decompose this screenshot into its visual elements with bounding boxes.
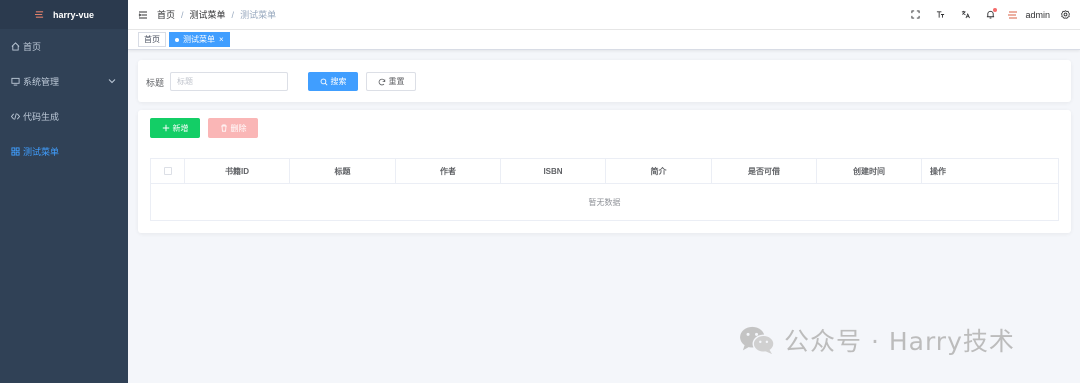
breadcrumb-separator: / (181, 9, 184, 20)
tag-label: 测试菜单 (183, 35, 215, 44)
tag-label: 首页 (144, 35, 160, 44)
code-icon (10, 112, 20, 122)
data-table: 书籍ID 标题 作者 ISBN 简介 是否可借 创建时间 操作 暂无数据 (150, 158, 1059, 221)
sidebar-item-label: 测试菜单 (23, 147, 60, 157)
sidebar-item-label: 系统管理 (23, 77, 60, 87)
tag-test-menu[interactable]: 测试菜单 × (169, 32, 230, 47)
hamburger-icon[interactable] (138, 10, 148, 20)
sidebar-item-test-menu[interactable]: 测试菜单 (0, 134, 128, 169)
tags-view: 首页 测试菜单 × (128, 29, 1080, 50)
close-icon[interactable]: × (219, 33, 224, 46)
trash-icon (220, 124, 227, 132)
sidebar-item-codegen[interactable]: 代码生成 (0, 99, 128, 134)
column-header[interactable]: ISBN (501, 159, 606, 183)
fullscreen-icon[interactable] (910, 10, 920, 20)
sidebar-item-label: 代码生成 (23, 112, 60, 122)
active-tag-dot (175, 37, 179, 42)
breadcrumb-separator: / (231, 9, 235, 20)
column-header[interactable]: 简介 (606, 159, 712, 183)
sidebar-item-label: 首页 (23, 42, 42, 52)
home-icon (10, 42, 20, 52)
watermark: 公众号 · Harry技术 (738, 322, 1015, 358)
delete-button[interactable]: 删除 (208, 118, 258, 138)
wechat-icon (740, 326, 775, 355)
sidebar-logo[interactable]: harry-vue (0, 0, 128, 29)
search-icon (320, 78, 328, 86)
select-all-checkbox[interactable] (163, 167, 172, 175)
add-button[interactable]: 新增 (150, 118, 200, 138)
add-button-label: 新增 (172, 123, 189, 133)
logo-icon (34, 11, 44, 18)
column-header[interactable]: 作者 (396, 159, 501, 183)
font-size-icon[interactable] (935, 10, 945, 20)
delete-button-label: 删除 (230, 123, 247, 133)
title-label: 标题 (146, 78, 165, 88)
reset-button-label: 重置 (388, 77, 405, 86)
translate-icon[interactable] (960, 10, 970, 20)
breadcrumb-current: 测试菜单 (240, 10, 277, 20)
sidebar-item-system[interactable]: 系统管理 (0, 64, 128, 99)
navbar: 首页 / 测试菜单 / 测试菜单 admin (128, 0, 1080, 29)
plus-icon (162, 124, 169, 132)
sidebar: harry-vue 首页 系统管理 代码生成 测试菜单 (0, 0, 128, 383)
title-input[interactable] (170, 72, 288, 91)
select-all-cell (151, 159, 185, 183)
navbar-right: admin (895, 0, 1070, 29)
grid-icon (10, 147, 20, 157)
sidebar-item-home[interactable]: 首页 (0, 29, 128, 64)
chevron-down-icon (108, 79, 116, 84)
logo-text: harry-vue (52, 9, 95, 20)
column-header[interactable]: 是否可借 (712, 159, 817, 183)
column-header[interactable]: 创建时间 (817, 159, 922, 183)
column-header[interactable]: 标题 (290, 159, 396, 183)
empty-state: 暂无数据 (588, 197, 621, 207)
tag-home[interactable]: 首页 (138, 32, 166, 47)
column-header: 操作 (930, 166, 946, 176)
table-panel: 新增 删除 书籍ID 标题 作者 ISBN 简介 是否可借 创建时间 操作 暂无… (138, 110, 1071, 233)
breadcrumb: 首页 / 测试菜单 / 测试菜单 (157, 8, 276, 21)
avatar[interactable] (1007, 10, 1019, 20)
refresh-icon (378, 78, 385, 85)
notification-dot (993, 7, 998, 12)
column-header[interactable]: 书籍ID (185, 159, 290, 183)
bell-icon[interactable] (985, 7, 998, 20)
table-header: 书籍ID 标题 作者 ISBN 简介 是否可借 创建时间 操作 (151, 159, 1058, 184)
settings-icon[interactable] (1060, 10, 1070, 20)
username[interactable]: admin (1025, 10, 1050, 20)
breadcrumb-home[interactable]: 首页 (157, 8, 175, 21)
breadcrumb-parent[interactable]: 测试菜单 (190, 8, 226, 21)
reset-button[interactable]: 重置 (366, 72, 416, 91)
watermark-text: 公众号 · Harry技术 (784, 327, 1015, 356)
search-button-label: 搜索 (330, 77, 347, 86)
search-form: 标题 搜索 重置 (138, 60, 1071, 102)
monitor-icon (10, 77, 20, 87)
search-button[interactable]: 搜索 (308, 72, 358, 91)
